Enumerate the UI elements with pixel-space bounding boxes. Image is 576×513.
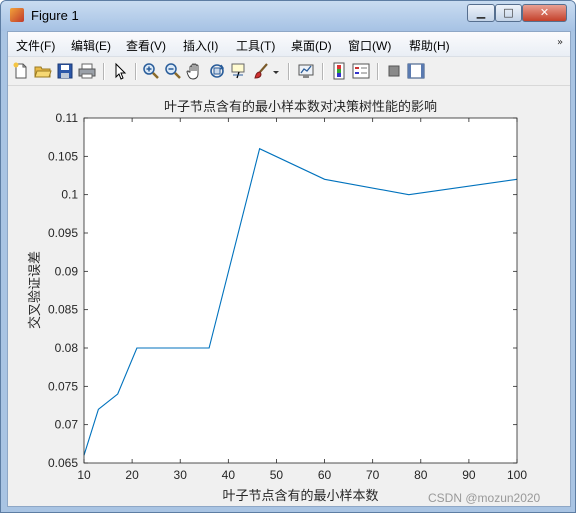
x-axis-label: 叶子节点含有的最小样本数 (222, 488, 378, 504)
y-tick-label: 0.105 (48, 149, 78, 163)
x-tick-label: 70 (366, 468, 380, 482)
chart-title: 叶子节点含有的最小样本数对决策树性能的影响 (164, 99, 437, 115)
x-tick-label: 10 (77, 468, 91, 482)
axes-background (84, 118, 517, 463)
y-tick-label: 0.1 (61, 188, 78, 202)
x-tick-label: 20 (125, 468, 139, 482)
x-tick-label: 60 (318, 468, 332, 482)
x-tick-label: 100 (507, 468, 527, 482)
y-tick-label: 0.09 (55, 264, 79, 278)
y-axis-label: 交叉验证误差 (27, 251, 43, 329)
watermark-text: CSDN @mozun2020 (428, 491, 541, 505)
x-tick-label: 50 (270, 468, 284, 482)
y-tick-label: 0.075 (48, 379, 78, 393)
x-tick-label: 30 (174, 468, 188, 482)
y-tick-label: 0.07 (55, 418, 79, 432)
y-tick-label: 0.11 (56, 111, 79, 125)
y-tick-label: 0.085 (48, 303, 78, 317)
x-tick-label: 80 (414, 468, 428, 482)
x-tick-label: 90 (462, 468, 476, 482)
plot-area: 0.065 0.07 0.075 0.08 0.085 0.09 0.095 0.1 0.105… (8, 86, 570, 506)
x-tick-label: 40 (222, 468, 236, 482)
figure-client-area: 文件(F) 编辑(E) 查看(V) 插入(I) 工具(T) 桌面(D) 窗口(W… (7, 31, 571, 507)
figure-window: Figure 1 ▁ □ ✕ 文件(F) 编辑(E) 查看(V) 插入(I) 工… (0, 0, 576, 513)
y-tick-label: 0.095 (48, 226, 78, 240)
y-tick-label: 0.08 (55, 341, 79, 355)
line-chart[interactable]: 0.065 0.07 0.075 0.08 0.085 0.09 0.095 0.1 0.105… (2, 2, 576, 513)
y-tick-label: 0.065 (48, 456, 78, 470)
